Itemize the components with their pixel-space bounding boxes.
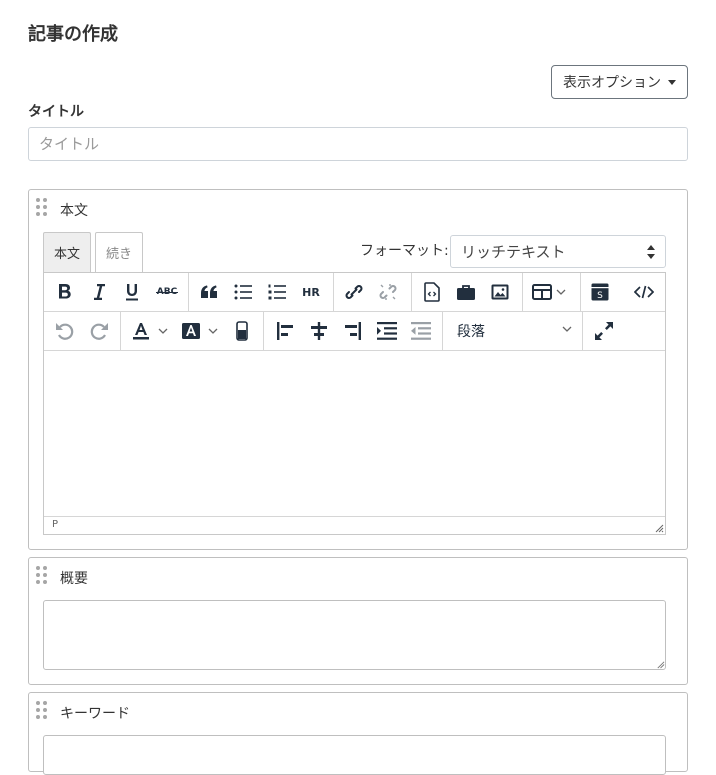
italic-icon[interactable] <box>84 273 114 311</box>
table-icon[interactable] <box>528 273 572 311</box>
display-options-label: 表示オプション <box>563 75 661 91</box>
keyword-panel: キーワード <box>28 692 688 775</box>
resize-handle-icon[interactable] <box>654 523 664 533</box>
block-format-select[interactable]: 段落 <box>445 312 582 350</box>
fullscreen-icon[interactable] <box>589 312 619 350</box>
insert-asset-icon[interactable] <box>451 273 481 311</box>
format-select-value: リッチテキスト <box>461 243 566 261</box>
bold-icon[interactable] <box>50 273 80 311</box>
toolbar-row-2: 段落 <box>44 312 665 351</box>
background-color-icon[interactable] <box>178 312 222 350</box>
format-select[interactable]: リッチテキスト <box>450 235 666 268</box>
redo-icon[interactable] <box>84 312 114 350</box>
numbered-list-icon[interactable] <box>262 273 292 311</box>
summary-panel-label: 概要 <box>60 571 88 587</box>
horizontal-rule-icon[interactable]: HR <box>296 273 326 311</box>
keyword-panel-label: キーワード <box>60 706 130 722</box>
display-options-button[interactable]: 表示オプション <box>551 65 688 99</box>
title-input[interactable] <box>28 127 688 161</box>
body-panel: 本文 本文 続き フォーマット: リッチテキスト ABC HR S 段落 P <box>28 189 688 550</box>
source-code-icon[interactable] <box>629 273 659 311</box>
keyword-textarea[interactable] <box>43 735 666 775</box>
link-icon[interactable] <box>339 273 369 311</box>
strikethrough-icon[interactable]: ABC <box>150 273 184 311</box>
svg-text:S: S <box>597 291 603 301</box>
undo-icon[interactable] <box>50 312 80 350</box>
underline-icon[interactable] <box>117 273 147 311</box>
text-color-icon[interactable] <box>128 312 172 350</box>
horizontal-rule-label: HR <box>302 285 320 299</box>
unlink-icon[interactable] <box>373 273 403 311</box>
title-label: タイトル <box>28 104 84 120</box>
summary-textarea[interactable] <box>43 600 666 670</box>
format-label: フォーマット: <box>360 243 449 259</box>
resize-handle-icon[interactable] <box>656 660 665 669</box>
align-left-icon[interactable] <box>270 312 300 350</box>
template-icon[interactable]: S <box>585 273 615 311</box>
select-arrows-icon <box>647 245 655 259</box>
editor-statusbar: P <box>44 516 665 534</box>
align-center-icon[interactable] <box>304 312 334 350</box>
blockquote-icon[interactable] <box>194 273 224 311</box>
body-panel-label: 本文 <box>60 203 88 219</box>
toolbar-row-1: ABC HR S <box>44 273 665 312</box>
insert-file-icon[interactable] <box>417 273 447 311</box>
element-path[interactable]: P <box>52 519 58 530</box>
tab-more[interactable]: 続き <box>95 232 143 272</box>
tab-body[interactable]: 本文 <box>43 232 91 272</box>
align-right-icon[interactable] <box>338 312 368 350</box>
page-title: 記事の作成 <box>28 24 118 45</box>
remove-format-icon[interactable] <box>227 312 257 350</box>
chevron-down-icon <box>562 326 572 332</box>
editor-content-area[interactable] <box>44 351 665 516</box>
block-format-value: 段落 <box>457 324 485 340</box>
summary-panel: 概要 <box>28 557 688 685</box>
drag-handle-icon[interactable] <box>36 566 47 586</box>
outdent-icon[interactable] <box>406 312 436 350</box>
bullet-list-icon[interactable] <box>228 273 258 311</box>
drag-handle-icon[interactable] <box>36 198 47 218</box>
indent-icon[interactable] <box>372 312 402 350</box>
insert-image-icon[interactable] <box>485 273 515 311</box>
drag-handle-icon[interactable] <box>36 701 47 721</box>
caret-down-icon <box>668 79 676 85</box>
rich-text-editor: ABC HR S 段落 P <box>43 272 666 535</box>
